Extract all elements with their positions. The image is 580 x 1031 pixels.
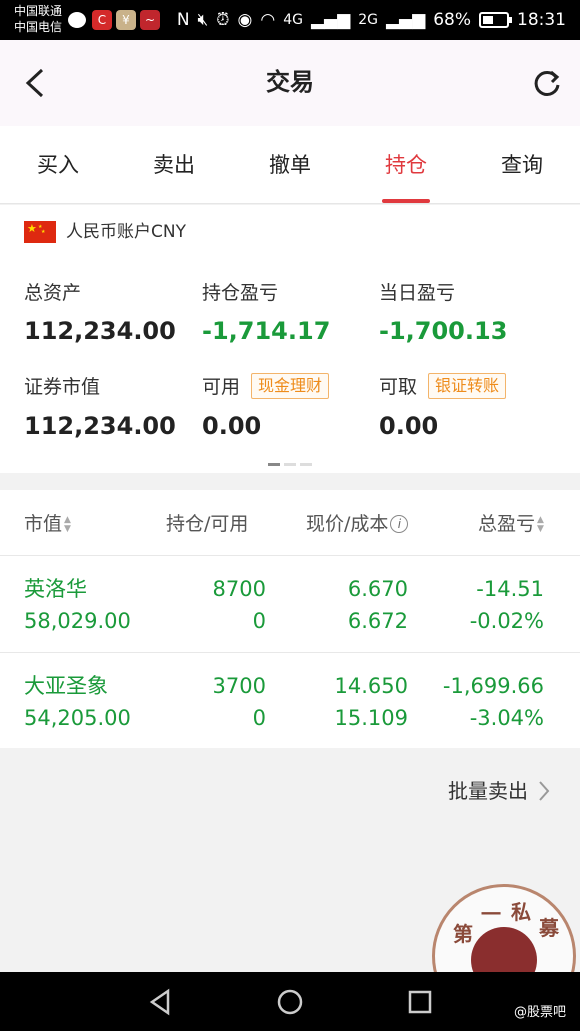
tab-buy[interactable]: 买入 <box>0 148 116 182</box>
clock: 18:31 <box>517 10 566 30</box>
watermark-caption: @股票吧 <box>513 1005 566 1020</box>
account-name: 人民币账户CNY <box>66 222 186 242</box>
available-value: 0.00 <box>202 412 262 440</box>
watermark-char: 第 <box>453 922 473 946</box>
stock-price: 14.650 <box>334 674 408 698</box>
carrier-1: 中国联通 <box>14 4 63 18</box>
watermark-char: 一 <box>481 902 501 926</box>
stock-pl-pct: -3.04% <box>469 706 544 730</box>
watermark-char: 私 <box>511 900 531 924</box>
watermark-char: 募 <box>539 916 559 940</box>
account-summary: ★ ★ ★ 人民币账户CNY 总资产 112,234.00 持仓盈亏 -1,71… <box>0 205 580 473</box>
mute-icon: 🔇︎ <box>197 10 209 30</box>
info-icon[interactable]: i <box>390 515 409 533</box>
signal-icon-2: ▂▄▆ <box>385 10 426 30</box>
header-position: 持仓/可用 <box>166 513 249 535</box>
header-total-pl[interactable]: 总盈亏 ▲ ▼ <box>478 510 547 538</box>
market-value-value: 112,234.00 <box>24 412 176 440</box>
stock-market-value: 54,205.00 <box>24 706 131 730</box>
bulk-sell-button[interactable]: 批量卖出 <box>448 776 550 806</box>
header-market-value[interactable]: 市值 ▲ ▼ <box>24 510 74 538</box>
nfc-icon: N <box>176 10 190 30</box>
daily-pl-value: -1,700.13 <box>379 317 508 345</box>
battery-icon <box>479 12 512 28</box>
withdrawable-value: 0.00 <box>379 412 439 440</box>
available-label: 可用 <box>202 376 241 398</box>
position-pl-value: -1,714.17 <box>202 317 331 345</box>
page-indicator <box>268 463 312 467</box>
china-flag-icon: ★ ★ ★ <box>24 221 56 243</box>
trade-tabs: 买入 卖出 撤单 持仓 查询 <box>0 126 580 204</box>
stock-position: 8700 <box>212 577 266 601</box>
alarm-icon: ⏰︎ <box>216 10 230 30</box>
network-4g: 4G <box>283 12 303 28</box>
tab-positions[interactable]: 持仓 <box>348 148 464 182</box>
stock-price: 6.670 <box>347 577 408 601</box>
cash-management-button[interactable]: 现金理财 <box>251 373 330 399</box>
stock-name: 大亚圣象 <box>24 674 108 698</box>
stock-app-icon: ~ <box>140 10 160 30</box>
bank-transfer-button[interactable]: 银证转账 <box>428 373 507 399</box>
message-icon <box>68 12 86 28</box>
stock-pl-pct: -0.02% <box>469 609 544 633</box>
status-bar: 中国联通 中国电信 C ¥ ~ N 🔇︎ ⏰︎ ◉ ◠ 4G ▂▄▆ 2G ▂▄… <box>0 0 580 40</box>
position-pl-label: 持仓盈亏 <box>202 282 279 304</box>
tab-query[interactable]: 查询 <box>464 148 580 182</box>
chevron-right-icon <box>539 781 550 801</box>
active-tab-indicator <box>382 199 430 203</box>
bulk-sell-label: 批量卖出 <box>448 779 528 803</box>
divider <box>0 652 580 653</box>
stock-available: 0 <box>252 609 266 633</box>
daily-pl-label: 当日盈亏 <box>379 282 456 304</box>
total-assets-value: 112,234.00 <box>24 317 176 345</box>
refresh-icon[interactable] <box>532 68 562 98</box>
stock-name: 英洛华 <box>24 577 87 601</box>
status-right: N 🔇︎ ⏰︎ ◉ ◠ 4G ▂▄▆ 2G ▂▄▆ 68% 18:31 <box>177 8 566 32</box>
battery-percent: 68% <box>433 10 471 30</box>
tab-sell[interactable]: 卖出 <box>116 148 232 182</box>
sort-icon: ▲ ▼ <box>64 514 71 534</box>
market-value-label: 证券市值 <box>24 376 101 398</box>
sort-icon: ▲ ▼ <box>537 514 544 534</box>
page-title: 交易 <box>266 68 314 96</box>
carrier-labels: 中国联通 中国电信 <box>14 3 62 35</box>
c-app-icon: C <box>92 10 112 30</box>
stock-available: 0 <box>252 706 266 730</box>
signal-icon: ▂▄▆ <box>310 10 351 30</box>
network-2g: 2G <box>358 12 378 28</box>
total-assets-label: 总资产 <box>24 282 82 304</box>
stock-position: 3700 <box>212 674 266 698</box>
system-nav-bar <box>0 972 580 1031</box>
home-circle-icon[interactable] <box>276 988 304 1016</box>
wallet-app-icon: ¥ <box>116 10 136 30</box>
recents-square-icon[interactable] <box>406 988 434 1016</box>
withdrawable-label: 可取 <box>379 376 418 398</box>
header-price-cost: 现价/成本 i <box>306 510 409 538</box>
wifi-icon: ◠ <box>260 10 276 30</box>
stock-pl: -14.51 <box>476 577 544 601</box>
stock-pl: -1,699.66 <box>442 674 544 698</box>
divider <box>0 555 580 556</box>
holdings-table: 市值 ▲ ▼ 持仓/可用 现价/成本 i 总盈亏 ▲ ▼ 英洛华 58,029.00 87… <box>0 490 580 748</box>
app-header: 交易 <box>0 40 580 126</box>
back-triangle-icon[interactable] <box>146 988 174 1016</box>
stock-cost: 15.109 <box>334 706 408 730</box>
stock-cost: 6.672 <box>347 609 408 633</box>
eye-icon: ◉ <box>237 10 253 30</box>
tab-cancel[interactable]: 撤单 <box>232 148 348 182</box>
stock-market-value: 58,029.00 <box>24 609 131 633</box>
carrier-2: 中国电信 <box>14 20 63 34</box>
